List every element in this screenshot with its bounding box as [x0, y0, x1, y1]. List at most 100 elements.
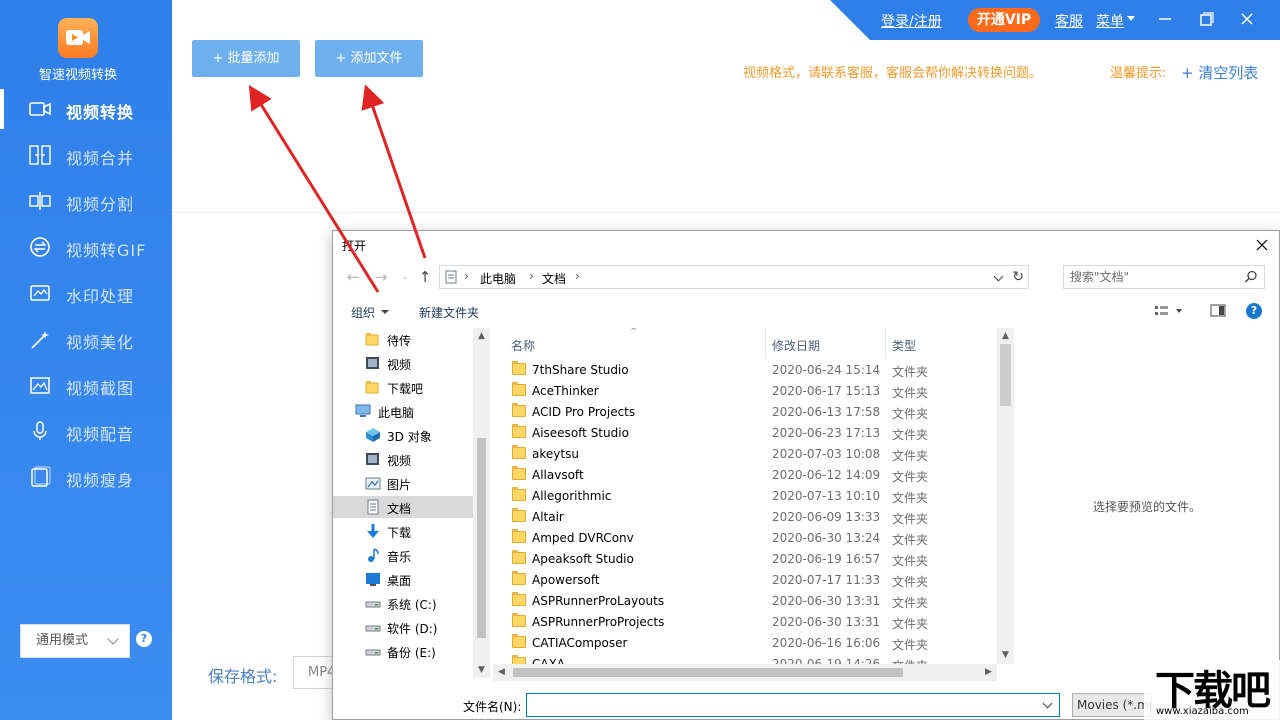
- filename-input[interactable]: [530, 697, 1030, 713]
- sidebar-item-2[interactable]: 视频合并: [0, 135, 172, 175]
- tree-scroll-thumb[interactable]: [477, 438, 486, 638]
- tree-item[interactable]: 软件 (D:): [333, 616, 473, 638]
- clear-list-button[interactable]: + 清空列表: [1181, 62, 1258, 83]
- tree-item[interactable]: 文档: [333, 496, 473, 518]
- column-date-header[interactable]: 修改日期: [772, 337, 820, 354]
- tree-item[interactable]: 备份 (E:): [333, 640, 473, 662]
- video-camera-icon: [29, 102, 51, 116]
- file-type-select[interactable]: Movies (*.mp4: [1072, 693, 1152, 717]
- back-arrow-icon[interactable]: ←: [345, 269, 361, 285]
- new-folder-button[interactable]: 新建文件夹: [419, 304, 479, 321]
- scroll-up-icon[interactable]: ▲: [477, 332, 486, 341]
- file-row[interactable]: ASPRunnerProProjects 2020-06-30 13:31 文件夹: [493, 612, 997, 633]
- file-row[interactable]: Altair 2020-06-09 13:33 文件夹: [493, 507, 997, 528]
- download-icon: [367, 524, 379, 538]
- documents-location-icon: [445, 270, 457, 284]
- sidebar-item-3[interactable]: 视频分割: [0, 181, 172, 221]
- address-bar[interactable]: › 此电脑 › 文档 › ↻: [439, 265, 1029, 289]
- tree-scrollbar[interactable]: ▲ ▼: [473, 328, 490, 678]
- caret-down-icon: [1127, 16, 1135, 21]
- file-row[interactable]: Apeaksoft Studio 2020-06-19 16:57 文件夹: [493, 549, 997, 570]
- close-icon[interactable]: [1237, 9, 1257, 29]
- drive-icon: [365, 601, 381, 608]
- tree-item[interactable]: 视频: [333, 352, 473, 374]
- file-list-scroll-thumb[interactable]: [1000, 344, 1011, 406]
- search-box[interactable]: [1063, 265, 1265, 289]
- file-date: 2020-06-17 15:13: [772, 384, 881, 398]
- sidebar-item-6[interactable]: 视频美化: [0, 319, 172, 359]
- tree-item[interactable]: 待传: [333, 328, 473, 350]
- scroll-left-icon[interactable]: ◀: [497, 668, 506, 677]
- scroll-up-icon[interactable]: ▲: [1001, 332, 1010, 341]
- dialog-close-icon[interactable]: [1251, 234, 1273, 256]
- file-row[interactable]: ASPRunnerProLayouts 2020-06-30 13:31 文件夹: [493, 591, 997, 612]
- forward-arrow-icon[interactable]: →: [373, 269, 389, 285]
- file-row[interactable]: ACID Pro Projects 2020-06-13 17:58 文件夹: [493, 402, 997, 423]
- sidebar-item-7[interactable]: 视频截图: [0, 365, 172, 405]
- file-date: 2020-06-12 14:09: [772, 468, 881, 482]
- sidebar-item-9[interactable]: 视频瘦身: [0, 457, 172, 497]
- menu-link[interactable]: 菜单: [1096, 11, 1124, 31]
- tree-item-label: 桌面: [387, 574, 412, 588]
- search-input[interactable]: [1070, 269, 1238, 285]
- tree-item[interactable]: 此电脑: [333, 400, 473, 422]
- file-row[interactable]: AceThinker 2020-06-17 15:13 文件夹: [493, 381, 997, 402]
- cube-3d-icon: [366, 428, 380, 442]
- help-icon[interactable]: ?: [136, 631, 152, 647]
- refresh-icon[interactable]: ↻: [1012, 269, 1024, 285]
- file-list-hscroll-thumb[interactable]: [513, 668, 903, 677]
- column-type-header[interactable]: 类型: [892, 337, 916, 354]
- folder-icon: [512, 403, 526, 417]
- tree-item[interactable]: 桌面: [333, 568, 473, 590]
- customer-service-link[interactable]: 客服: [1055, 11, 1083, 31]
- tree-item[interactable]: 音乐: [333, 544, 473, 566]
- file-list-vertical-scrollbar[interactable]: ▲ ▼: [997, 328, 1014, 664]
- folder-icon: [512, 529, 526, 543]
- file-row[interactable]: CATIAComposer 2020-06-16 16:06 文件夹: [493, 633, 997, 654]
- tree-item[interactable]: 系统 (C:): [333, 592, 473, 614]
- recent-dropdown-icon[interactable]: ⌄: [397, 269, 413, 285]
- column-name-header[interactable]: 名称: [511, 337, 535, 354]
- tree-item[interactable]: 图片: [333, 472, 473, 494]
- file-row[interactable]: Aiseesoft Studio 2020-06-23 17:13 文件夹: [493, 423, 997, 444]
- organize-button[interactable]: 组织: [351, 304, 375, 321]
- maximize-icon[interactable]: [1196, 9, 1216, 29]
- open-vip-button[interactable]: 开通VIP: [968, 8, 1040, 32]
- file-list-horizontal-scrollbar[interactable]: ◀ ▶: [493, 664, 997, 681]
- scroll-down-icon[interactable]: ▼: [477, 666, 486, 675]
- file-row[interactable]: 7thShare Studio 2020-06-24 15:14 文件夹: [493, 360, 997, 381]
- file-row[interactable]: Allavsoft 2020-06-12 14:09 文件夹: [493, 465, 997, 486]
- tree-item[interactable]: 下载吧: [333, 376, 473, 398]
- sidebar-item-8[interactable]: 视频配音: [0, 411, 172, 451]
- help-icon[interactable]: ?: [1246, 303, 1262, 319]
- file-row[interactable]: CAXA 2020-06-19 14:26 文件夹: [493, 654, 997, 664]
- batch-add-button[interactable]: + 批量添加: [192, 40, 300, 77]
- file-row[interactable]: Amped DVRConv 2020-06-30 13:24 文件夹: [493, 528, 997, 549]
- file-row[interactable]: akeytsu 2020-07-03 10:08 文件夹: [493, 444, 997, 465]
- sidebar-item-4[interactable]: 视频转GIF: [0, 227, 172, 267]
- tree-item[interactable]: 下载: [333, 520, 473, 542]
- breadcrumb-documents[interactable]: 文档: [542, 270, 566, 287]
- up-arrow-icon[interactable]: ↑: [417, 269, 433, 285]
- tree-item[interactable]: 3D 对象: [333, 424, 473, 446]
- filename-field[interactable]: [526, 693, 1060, 717]
- sidebar-item-1[interactable]: 视频转换: [0, 89, 172, 129]
- address-dropdown-icon[interactable]: [993, 271, 1004, 282]
- folder-icon: [512, 466, 526, 480]
- login-register-link[interactable]: 登录/注册: [881, 11, 942, 31]
- breadcrumb-this-pc[interactable]: 此电脑: [480, 270, 516, 287]
- view-options-icon[interactable]: [1154, 304, 1184, 318]
- minimize-icon[interactable]: [1155, 9, 1175, 29]
- tree-item[interactable]: 视频: [333, 448, 473, 470]
- mode-select[interactable]: 通用模式: [20, 624, 130, 658]
- video-folder-icon: [366, 357, 379, 369]
- file-row[interactable]: Apowersoft 2020-07-17 11:33 文件夹: [493, 570, 997, 591]
- scroll-right-icon[interactable]: ▶: [984, 668, 993, 677]
- chevron-down-icon[interactable]: [1042, 698, 1053, 709]
- preview-pane-icon[interactable]: [1210, 304, 1226, 318]
- add-file-button[interactable]: + 添加文件: [315, 40, 423, 77]
- folder-icon: [512, 361, 526, 375]
- scroll-down-icon[interactable]: ▼: [1001, 651, 1010, 660]
- file-row[interactable]: Allegorithmic 2020-07-13 10:10 文件夹: [493, 486, 997, 507]
- sidebar-item-5[interactable]: 水印处理: [0, 273, 172, 313]
